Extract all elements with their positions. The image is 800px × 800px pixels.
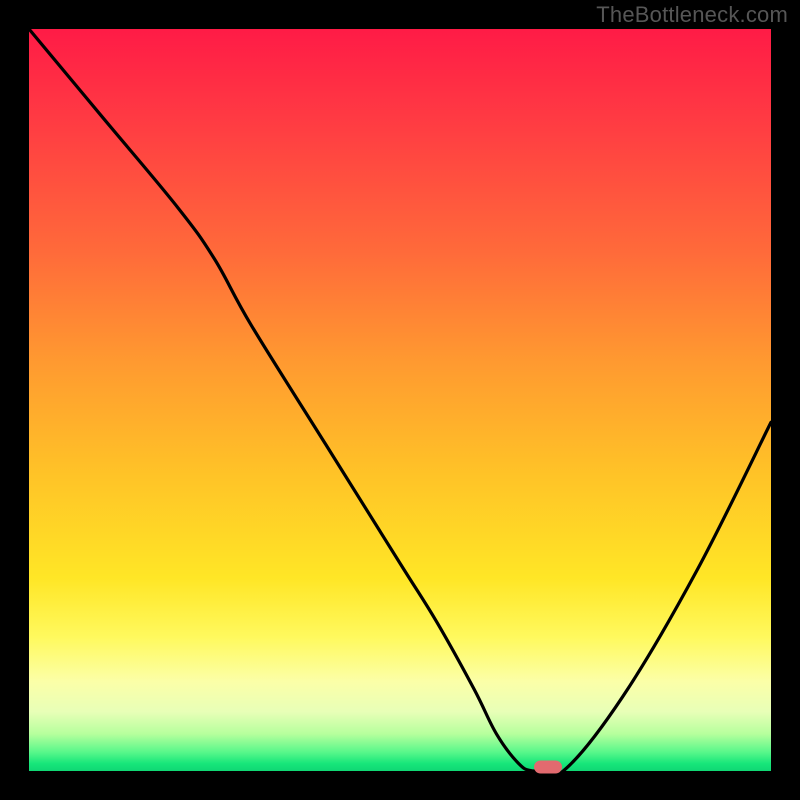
plot-area xyxy=(29,29,771,771)
optimal-point-marker xyxy=(534,761,562,774)
watermark-text: TheBottleneck.com xyxy=(596,2,788,28)
chart-frame: TheBottleneck.com xyxy=(0,0,800,800)
bottleneck-curve-path xyxy=(29,29,771,771)
bottleneck-curve-svg xyxy=(29,29,771,771)
